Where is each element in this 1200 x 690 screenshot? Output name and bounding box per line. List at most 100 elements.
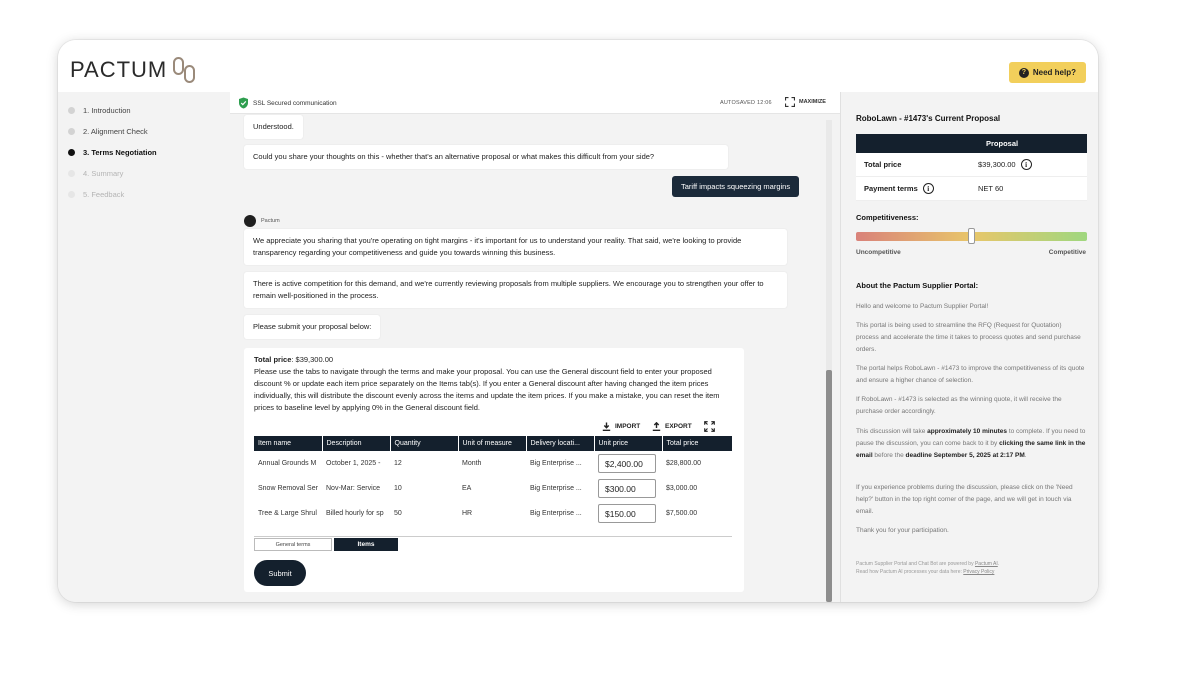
step-label: 1. Introduction bbox=[83, 106, 131, 115]
current-proposal-table: Proposal Total price $39,300.00 i Paymen… bbox=[856, 134, 1087, 201]
step-label: 5. Feedback bbox=[83, 190, 125, 199]
text-span: . bbox=[1024, 452, 1027, 460]
step-dot bbox=[68, 170, 75, 177]
export-label: EXPORT bbox=[665, 423, 692, 430]
step-label: 4. Summary bbox=[83, 169, 124, 178]
about-paragraph: Hello and welcome to Pactum Supplier Por… bbox=[856, 303, 989, 310]
bot-message: There is active competition for this dem… bbox=[244, 272, 787, 308]
portal-window: PACTUM ? Need help? 1. Introduction 2. A… bbox=[58, 40, 1098, 602]
step-introduction[interactable]: 1. Introduction bbox=[68, 106, 131, 115]
payment-terms-value: NET 60 bbox=[978, 184, 1004, 193]
unit-price-input[interactable] bbox=[598, 504, 656, 523]
about-paragraph: If you experience problems during the di… bbox=[856, 484, 1073, 516]
about-title: About the Pactum Supplier Portal: bbox=[856, 281, 979, 290]
unit-price-input[interactable] bbox=[598, 479, 656, 498]
item-quantity: 12 bbox=[394, 460, 402, 467]
column-header: Total price bbox=[662, 436, 733, 451]
logo-link-icon bbox=[173, 57, 196, 83]
item-unit: Month bbox=[462, 460, 482, 467]
item-unit: EA bbox=[462, 485, 472, 492]
unit-price-cell bbox=[594, 451, 662, 476]
item-delivery: Big Enterprise ... bbox=[530, 510, 582, 517]
tab-items[interactable]: Items bbox=[334, 538, 398, 551]
about-paragraph: Thank you for your participation. bbox=[856, 527, 949, 534]
current-proposal-title: RoboLawn - #1473's Current Proposal bbox=[856, 114, 1001, 123]
about-paragraph: This discussion will take approximately … bbox=[856, 426, 1086, 463]
tab-general-terms[interactable]: General terms bbox=[254, 538, 332, 551]
table-row: Annual Grounds M October 1, 2025 - 12 Mo… bbox=[254, 451, 732, 476]
info-panel: RoboLawn - #1473's Current Proposal Prop… bbox=[840, 92, 1098, 602]
autosave-status: AUTOSAVED 12:06 bbox=[720, 100, 772, 106]
table-header-row: Item name Description Quantity Unit of m… bbox=[254, 436, 733, 451]
need-help-button[interactable]: ? Need help? bbox=[1008, 62, 1086, 83]
competitiveness-label: Competitiveness: bbox=[856, 213, 919, 222]
step-dot bbox=[68, 107, 75, 114]
step-feedback: 5. Feedback bbox=[68, 190, 124, 199]
maximize-button[interactable]: MAXIMIZE bbox=[785, 97, 826, 107]
expand-icon bbox=[704, 421, 715, 432]
expand-table-button[interactable] bbox=[704, 421, 715, 432]
about-paragraph: This portal is being used to streamline … bbox=[856, 322, 1081, 354]
proposal-column-header: Proposal bbox=[856, 134, 1087, 153]
payment-terms-row: Payment terms i NET 60 bbox=[856, 177, 1087, 201]
item-total: $28,800.00 bbox=[666, 460, 702, 467]
info-icon[interactable]: i bbox=[922, 183, 934, 194]
top-bar: PACTUM ? Need help? bbox=[58, 40, 1098, 92]
unit-price-cell bbox=[594, 476, 662, 501]
help-icon: ? bbox=[1018, 67, 1029, 78]
export-button[interactable]: EXPORT bbox=[652, 422, 692, 431]
competitive-label: Competitive bbox=[1048, 249, 1086, 256]
bot-message: Understood. bbox=[244, 115, 303, 139]
upload-icon bbox=[652, 422, 661, 431]
pactum-avatar bbox=[244, 215, 256, 227]
unit-price-input[interactable] bbox=[598, 454, 656, 473]
footer-text: Pactum Supplier Portal and Chat Bot are … bbox=[856, 561, 975, 567]
total-price-value-wrap: $39,300.00 i bbox=[978, 159, 1032, 170]
table-row: Snow Removal Ser Nov-Mar: Service 10 EA … bbox=[254, 476, 732, 501]
total-price-label: Total price bbox=[254, 355, 292, 364]
step-dot bbox=[68, 149, 75, 156]
column-header: Description bbox=[322, 436, 391, 451]
item-delivery: Big Enterprise ... bbox=[530, 485, 582, 492]
info-icon[interactable]: i bbox=[1020, 159, 1032, 170]
item-description: October 1, 2025 - bbox=[326, 460, 381, 467]
column-header: Quantity bbox=[390, 436, 459, 451]
step-alignment-check[interactable]: 2. Alignment Check bbox=[68, 127, 148, 136]
sender-name: Pactum bbox=[261, 218, 280, 224]
text-span: before the bbox=[872, 452, 906, 460]
bot-message: Could you share your thoughts on this - … bbox=[244, 145, 728, 169]
step-label: 2. Alignment Check bbox=[83, 127, 148, 136]
payment-terms-label-wrap: Payment terms i bbox=[856, 183, 978, 194]
item-name: Tree & Large Shrul bbox=[258, 510, 317, 517]
portal-footer: Pactum Supplier Portal and Chat Bot are … bbox=[856, 560, 1086, 576]
column-header: Unit price bbox=[594, 436, 663, 451]
pactum-logo: PACTUM bbox=[70, 56, 199, 84]
ssl-text: SSL Secured communication bbox=[253, 99, 337, 107]
import-label: IMPORT bbox=[615, 423, 641, 430]
column-header: Delivery locati... bbox=[526, 436, 595, 451]
total-price-label: Total price bbox=[864, 160, 902, 169]
submit-button[interactable]: Submit bbox=[254, 560, 306, 586]
total-price-row: Total price $39,300.00 i bbox=[856, 153, 1087, 177]
privacy-policy-link[interactable]: Privacy Policy bbox=[963, 569, 994, 575]
chat-scrollbar[interactable] bbox=[826, 120, 832, 602]
item-delivery: Big Enterprise ... bbox=[530, 460, 582, 467]
text-span: This discussion will take bbox=[856, 428, 928, 435]
pactum-ai-link[interactable]: Pactum AI bbox=[975, 561, 998, 567]
need-help-label: Need help? bbox=[1032, 68, 1076, 77]
column-header: Unit of measure bbox=[458, 436, 527, 451]
step-terms-negotiation[interactable]: 3. Terms Negotiation bbox=[68, 148, 157, 157]
import-button[interactable]: IMPORT bbox=[602, 422, 640, 431]
duration-text: approximately 10 minutes bbox=[927, 428, 1008, 435]
maximize-label: MAXIMIZE bbox=[799, 99, 826, 105]
about-paragraph: If RoboLawn - #1473 is selected as the w… bbox=[856, 396, 1062, 416]
chat-messages: Understood. Could you share your thought… bbox=[238, 114, 836, 602]
item-quantity: 50 bbox=[394, 510, 402, 517]
item-quantity: 10 bbox=[394, 485, 402, 492]
shield-check-icon bbox=[239, 97, 248, 109]
footer-text: . bbox=[997, 561, 1000, 567]
scrollbar-thumb[interactable] bbox=[826, 370, 832, 602]
footer-text: Read how Pactum AI processes your data h… bbox=[856, 569, 964, 575]
sender-label: Pactum bbox=[244, 215, 280, 227]
item-description: Nov-Mar: Service bbox=[326, 485, 381, 492]
